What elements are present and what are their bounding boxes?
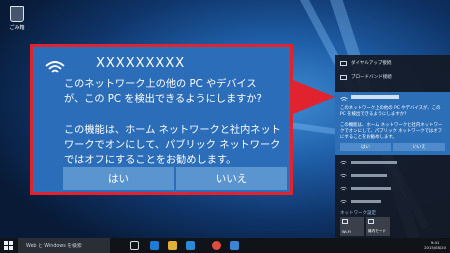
dialup-connection-label: ダイヤルアップ接続 [351,61,392,66]
pointer-arrow [293,80,335,114]
network-list-item[interactable] [335,185,450,195]
recycle-bin-label: ごみ箱 [9,25,25,31]
dialup-icon [340,61,347,66]
wifi-icon [340,186,347,191]
airplane-tile-label: 機内モード [368,229,386,233]
network-discovery-dialog: XXXXXXXXX このネットワーク上の他の PC やデバイスが、この PC を… [36,50,287,190]
mini-discovery-detail: この機能は、ホーム ネットワークと社内ネットワークでオンにして、パブリック ネッ… [340,123,443,140]
no-button[interactable]: いいえ [176,167,287,190]
file-explorer-icon[interactable] [168,241,177,250]
network-name-redacted [351,161,397,164]
network-name-redacted [351,200,381,203]
taskbar-search-box[interactable]: Web と Windows を検索 [18,238,110,253]
network-list-item[interactable] [335,198,450,208]
system-clock[interactable]: 9:41 2015/08/20 [424,240,446,250]
clock-date: 2015/08/20 [424,245,446,250]
network-list-item[interactable] [335,172,450,182]
mini-yes-button[interactable]: はい [340,143,391,151]
discovery-detail: この機能は、ホーム ネットワークと社内ネットワークでオンにして、パブリック ネッ… [64,125,281,166]
wifi-toggle-tile[interactable]: Wi-Fi [340,217,364,236]
windows-start-icon[interactable] [4,241,13,250]
network-list-item[interactable] [335,159,450,169]
recycle-bin-shortcut[interactable]: ごみ箱 [6,6,28,31]
airplane-mode-tile[interactable]: 機内モード [366,217,390,236]
wifi-icon [340,199,347,204]
network-name-redacted [351,174,387,177]
network-flyout: ダイヤルアップ接続 ブロードバンド接続 このネットワーク上の他の PC やデバイ… [335,55,450,239]
network-name: XXXXXXXXX [96,56,186,71]
wifi-icon [45,61,65,73]
network-settings-link[interactable]: ネットワーク設定 [340,210,376,216]
chrome-icon[interactable] [212,241,221,250]
network-discovery-callout: XXXXXXXXX このネットワーク上の他の PC やデバイスが、この PC を… [30,44,293,195]
wifi-icon [342,219,348,224]
network-name-redacted [351,187,391,190]
discovery-question: このネットワーク上の他の PC やデバイスが、この PC を検出できるようにしま… [64,79,262,105]
network-name-redacted [351,95,399,99]
wifi-icon [340,97,348,101]
selected-network-item[interactable]: このネットワーク上の他の PC やデバイスが、この PC を検出できるようにしま… [335,92,450,155]
yes-button[interactable]: はい [63,167,174,190]
broadband-connection-label: ブロードバンド接続 [351,75,392,80]
taskbar: Web と Windows を検索 9:41 2015/08/20 [0,238,450,253]
wifi-icon [340,173,347,178]
task-view-icon[interactable] [130,241,139,250]
wifi-icon [340,160,347,165]
wifi-tile-label: Wi-Fi [342,230,351,234]
recycle-bin-icon [10,6,24,22]
mini-discovery-question: このネットワーク上の他の PC やデバイスが、この PC を検出できるようにしま… [340,106,441,117]
edge-icon[interactable] [150,241,159,250]
internet-explorer-icon[interactable] [230,241,239,250]
broadband-icon [340,75,347,80]
store-icon[interactable] [186,241,195,250]
mini-no-button[interactable]: いいえ [393,143,445,151]
airplane-icon [368,219,374,224]
